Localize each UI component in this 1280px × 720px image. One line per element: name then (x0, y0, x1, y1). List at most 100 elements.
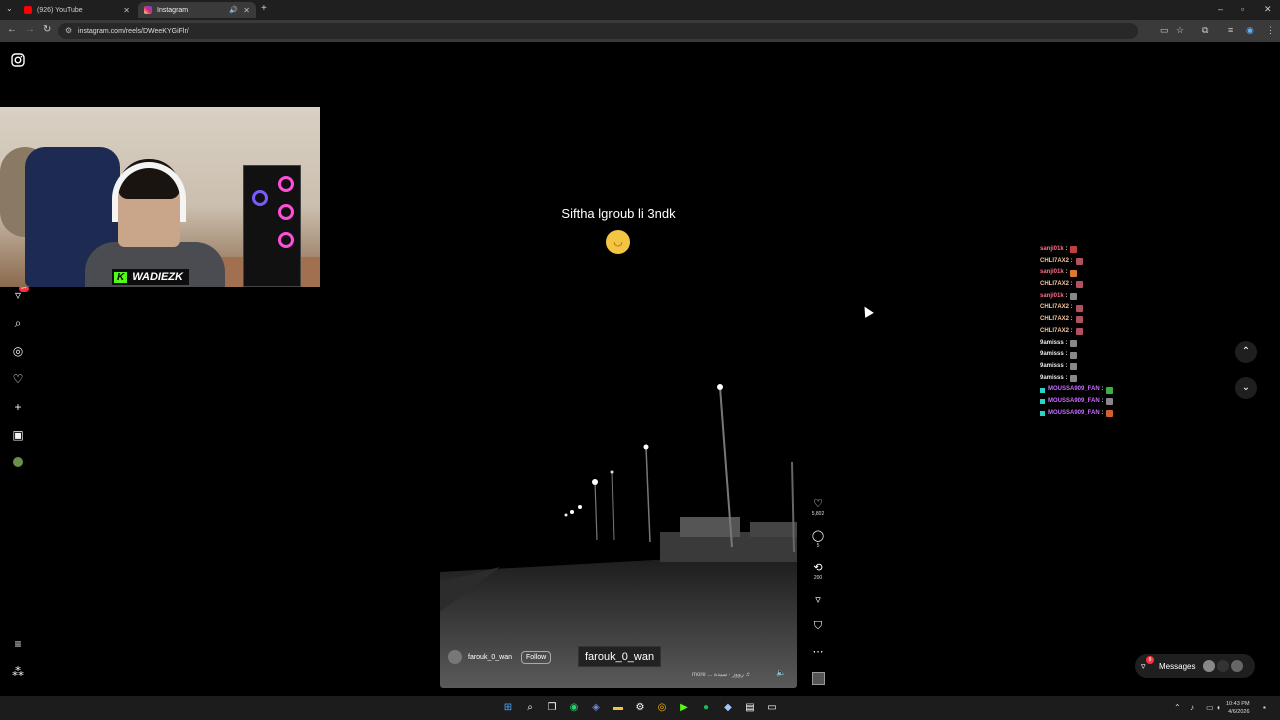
more-options-button[interactable]: ⋯ (808, 646, 828, 659)
task-view-icon[interactable]: ❐ (545, 701, 559, 715)
create-icon[interactable]: + (10, 399, 26, 415)
close-icon[interactable]: ✕ (243, 6, 250, 15)
profile-avatar-icon[interactable] (10, 455, 26, 471)
chevron-down-icon[interactable]: ⌄ (1235, 377, 1257, 399)
chat-username[interactable]: 9amisss (1040, 373, 1064, 385)
youtube-icon (24, 6, 32, 14)
tab-instagram[interactable]: Instagram 🔊 ✕ (138, 2, 256, 18)
chat-separator: : (1069, 327, 1073, 334)
chevron-up-icon[interactable]: ⌃ (1235, 341, 1257, 363)
discord-icon[interactable]: ◈ (589, 701, 603, 715)
repost-button[interactable]: ⟲ 200 (808, 562, 828, 581)
chrome-icon[interactable]: ◎ (655, 701, 669, 715)
kick-icon[interactable]: ▶ (677, 701, 691, 715)
chat-separator: : (1063, 339, 1068, 346)
spotify-icon[interactable]: ● (699, 701, 713, 715)
tab-youtube[interactable]: (926) YouTube ✕ (18, 2, 136, 18)
chat-username[interactable]: sanji01k (1040, 244, 1064, 256)
media-controls-icon[interactable]: ≡ (1228, 25, 1233, 35)
search-icon[interactable]: ⌕ (523, 701, 537, 715)
cast-icon[interactable]: ▭ (1160, 25, 1169, 36)
chat-username[interactable]: 9amisss (1040, 361, 1064, 373)
settings-icon[interactable]: ⚙ (633, 701, 647, 715)
chat-username[interactable]: MOUSSA909_FAN (1048, 384, 1100, 396)
tab-search-icon[interactable]: ⌄ (6, 4, 13, 13)
chat-message: CHLI7AX2 : (1040, 314, 1160, 326)
heart-icon[interactable]: ♡ (10, 371, 26, 387)
chat-username[interactable]: CHLI7AX2 (1040, 302, 1069, 314)
site-info-icon[interactable]: ⚙ (65, 26, 72, 35)
chat-username[interactable]: CHLI7AX2 (1040, 279, 1069, 291)
chat-separator: : (1063, 269, 1068, 276)
minimize-icon[interactable]: – (1218, 4, 1223, 14)
chat-username[interactable]: CHLI7AX2 (1040, 326, 1069, 338)
like-button[interactable]: ♡ 5,802 (808, 498, 828, 517)
steam-icon[interactable]: ◆ (721, 701, 735, 715)
share-button[interactable]: ▿ (808, 594, 828, 607)
address-bar[interactable]: ⚙ instagram.com/reels/DWeeKYGiFlr/ (58, 23, 1138, 39)
chat-username[interactable]: 9amisss (1040, 349, 1064, 361)
whatsapp-icon[interactable]: ◉ (567, 701, 581, 715)
new-tab-icon[interactable]: + (261, 3, 267, 14)
send-icon[interactable]: ▿ 9+ (10, 285, 29, 303)
chat-username[interactable]: CHLI7AX2 (1040, 256, 1069, 268)
chat-username[interactable]: sanji01k (1040, 291, 1064, 303)
chat-username[interactable]: MOUSSA909_FAN (1048, 408, 1100, 420)
messages-button[interactable]: ▿ 8 Messages (1135, 654, 1255, 678)
reel-username[interactable]: farouk_0_wan (468, 654, 512, 661)
system-clock[interactable]: 10:43 PM 4/6/2026 (1226, 700, 1250, 716)
windows-start-icon[interactable]: ⊞ (501, 701, 515, 715)
network-icon[interactable]: ▭ (1206, 703, 1214, 712)
chat-message: sanji01k : (1040, 267, 1160, 279)
clock-date: 4/6/2026 (1228, 709, 1250, 715)
message-avatars (1203, 660, 1245, 672)
extensions-icon[interactable]: ⧉ (1202, 25, 1208, 36)
instagram-logo-icon[interactable] (10, 53, 26, 69)
avatar[interactable] (448, 650, 462, 664)
speaker-icon[interactable]: 🔊 (229, 6, 238, 14)
follow-button[interactable]: Follow (520, 650, 552, 664)
reel-player[interactable]: Siftha lgroub li 3ndk ◡ farouk_0_wan Fol… (440, 52, 797, 688)
chat-message: MOUSSA909_FAN : (1040, 396, 1160, 408)
more-icon: ⋯ (812, 646, 824, 658)
url-text: instagram.com/reels/DWeeKYGiFlr/ (78, 27, 189, 35)
volume-icon[interactable]: ◖ (1216, 703, 1221, 712)
dashboard-icon[interactable]: ▣ (10, 427, 26, 443)
chat-separator: : (1069, 281, 1073, 288)
search-icon[interactable]: ⌕ (10, 315, 26, 331)
mic-icon[interactable]: ♪ (1190, 703, 1194, 712)
more-menu-icon[interactable]: ≡ (10, 636, 26, 652)
chat-username[interactable]: MOUSSA909_FAN (1048, 396, 1100, 408)
save-button[interactable]: ⛉ (808, 620, 828, 633)
notifications-icon[interactable]: ▪ (1263, 703, 1266, 712)
chat-emote-icon (1070, 246, 1078, 254)
bookmark-star-icon[interactable]: ☆ (1176, 25, 1184, 36)
chat-username[interactable]: sanji01k (1040, 267, 1064, 279)
chat-username[interactable]: 9amisss (1040, 338, 1064, 350)
reel-audio-text[interactable]: more ... رووز ∙ سيدة ♬ (692, 671, 751, 678)
maximize-icon[interactable]: ▫ (1241, 4, 1244, 14)
notepad-icon[interactable]: ▤ (743, 701, 757, 715)
browser-toolbar: ← → ↻ ⚙ instagram.com/reels/DWeeKYGiFlr/… (0, 20, 1280, 42)
terminal-icon[interactable]: ▭ (765, 701, 779, 715)
repost-icon: ⟲ (813, 562, 823, 574)
chat-emote-icon (1070, 351, 1078, 359)
comment-button[interactable]: ◯ 5 (808, 530, 828, 549)
tray-chevron-up-icon[interactable]: ⌃ (1174, 703, 1181, 712)
reload-icon[interactable]: ↻ (43, 24, 51, 35)
forward-icon[interactable]: → (25, 24, 35, 35)
close-icon[interactable]: ✕ (123, 6, 130, 15)
explore-icon[interactable]: ◎ (10, 343, 26, 359)
profile-icon[interactable]: ◉ (1246, 25, 1254, 36)
menu-icon[interactable]: ⋮ (1266, 25, 1275, 36)
send-icon: ▿ (815, 594, 821, 606)
back-icon[interactable]: ← (7, 24, 17, 35)
close-window-icon[interactable]: ✕ (1264, 4, 1272, 15)
chat-username[interactable]: CHLI7AX2 (1040, 314, 1069, 326)
file-explorer-icon[interactable]: ▬ (611, 701, 625, 715)
pc-case (243, 165, 301, 287)
audio-thumbnail[interactable] (808, 672, 828, 685)
chat-separator: : (1063, 292, 1068, 299)
meta-apps-icon[interactable]: ⁂ (10, 664, 26, 680)
speaker-icon[interactable]: 🔈 (776, 668, 786, 677)
